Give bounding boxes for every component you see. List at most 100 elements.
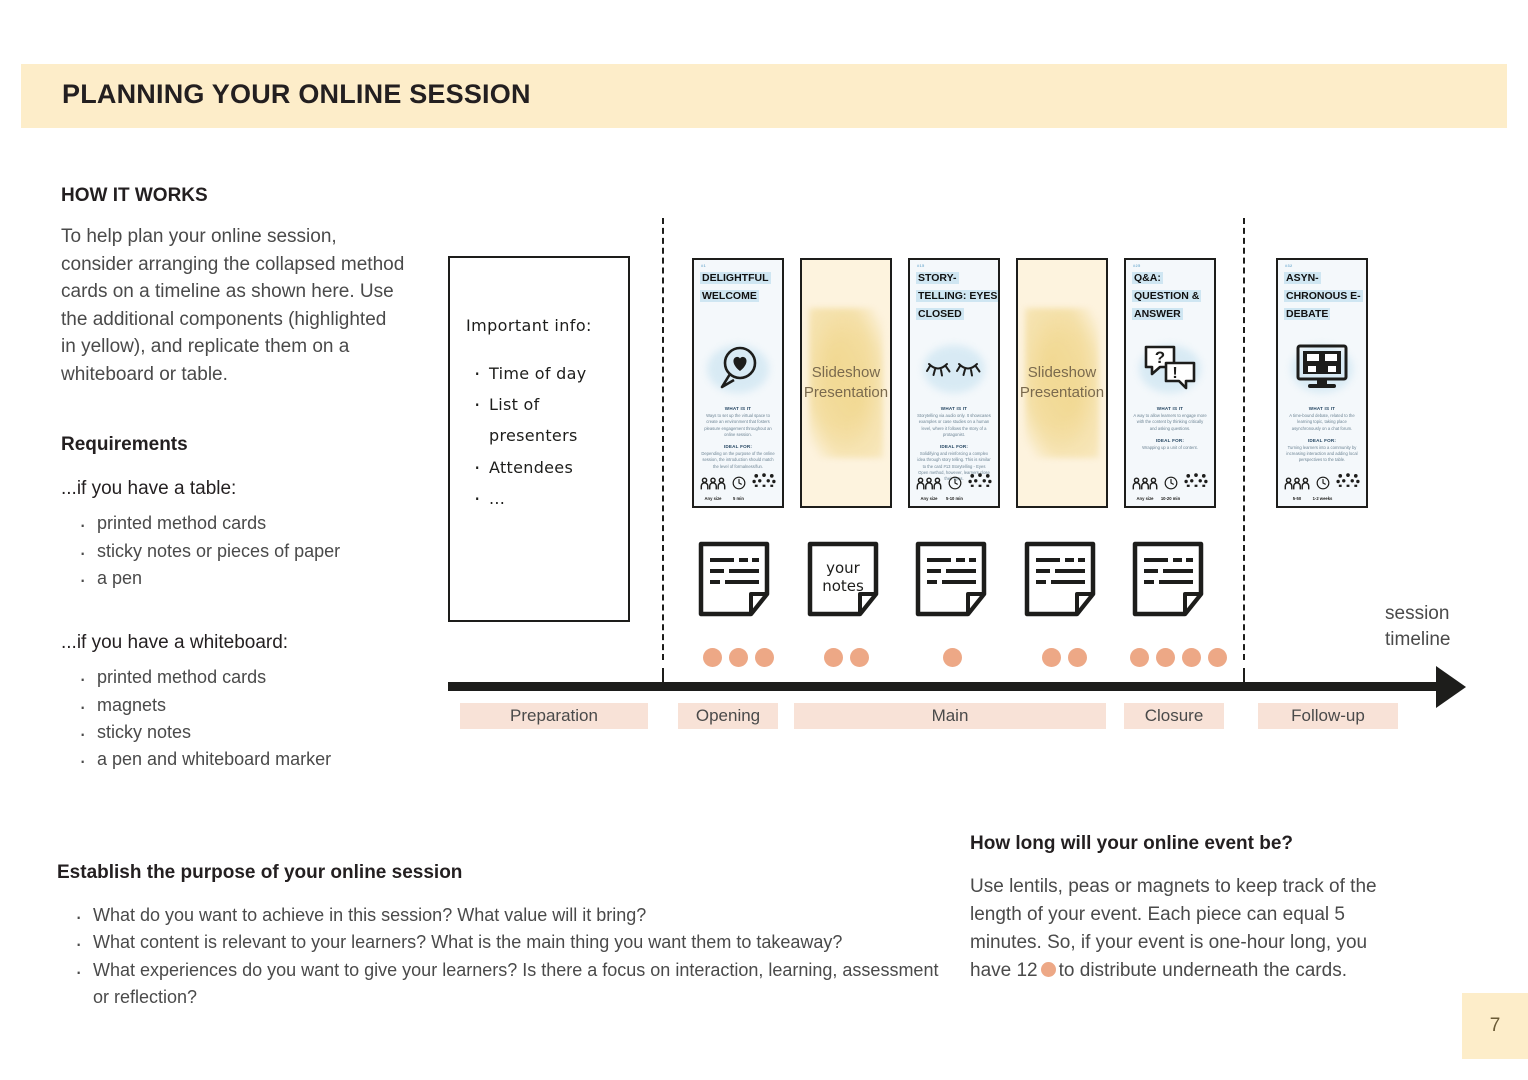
duration-heading: How long will your online event be? — [970, 833, 1294, 854]
card-what-label: WHAT IS IT — [1308, 406, 1336, 411]
list-item: Time of day — [472, 355, 622, 394]
group-size-icon: Any size — [1132, 477, 1158, 501]
card-duration-label: 1-2 weeks — [1312, 496, 1333, 501]
card-what-text: Ways to set up the virtual space to crea… — [704, 413, 772, 437]
card-title: Q&A: QUESTION & ANSWER — [1132, 272, 1202, 320]
duration-text-after: to distribute underneath the cards. — [1058, 960, 1347, 982]
lentil-dot-icon — [1042, 648, 1061, 667]
page-number: 7 — [1462, 993, 1528, 1059]
svg-text:!: ! — [1172, 365, 1177, 382]
card-ideal-text: Wrapping up a unit of content. — [1142, 444, 1198, 450]
card-title: ASYN-CHRONOUS E-DEBATE — [1284, 272, 1363, 320]
lentil-dot-icon — [1040, 962, 1056, 978]
slideshow-placeholder-card: Slideshow Presentation — [800, 258, 892, 508]
sticky-note — [1023, 540, 1097, 618]
timeline-phase-preparation: Preparation — [460, 703, 648, 729]
timeline-phase-follow-up: Follow-up — [1258, 703, 1398, 729]
timeline-tick — [1243, 668, 1245, 682]
list-item: a pen — [79, 563, 406, 597]
list-item: a pen and whiteboard marker — [79, 744, 406, 778]
important-info-list: Time of day List of presenters Attendees… — [472, 355, 622, 519]
sticky-note: your notes — [806, 540, 880, 618]
method-card: #15 STORY-TELLING: EYES CLOSED WHAT IS IT S… — [908, 258, 1000, 508]
card-body: WHAT IS IT A way to allow learners to eng… — [1133, 406, 1207, 457]
list-item: What content is relevant to your learner… — [75, 927, 957, 961]
card-title-wrap: DELIGHTFUL WELCOME — [694, 268, 782, 304]
card-size-label: 5-50 — [1292, 496, 1302, 501]
card-what-label: WHAT IS IT — [1156, 406, 1184, 411]
session-timeline-label: session timeline — [1385, 603, 1451, 650]
cluster-icon — [751, 473, 776, 501]
card-footer: Any size 5-10 min — [916, 473, 992, 501]
card-body: WHAT IS IT A time-bound debate, related t… — [1285, 406, 1359, 470]
card-title-wrap: ASYN-CHRONOUS E-DEBATE — [1278, 268, 1366, 322]
card-what-text: A time-bound debate, related to the lear… — [1289, 413, 1355, 431]
card-ideal-text: Turning learners into a community by inc… — [1286, 444, 1358, 463]
list-item: Attendees — [472, 449, 622, 488]
card-body: WHAT IS IT Ways to set up the virtual spa… — [701, 406, 775, 476]
purpose-heading: Establish the purpose of your online ses… — [57, 862, 463, 883]
important-info-card: Important info: Time of day List of pres… — [448, 256, 630, 622]
monitor-debate-icon — [1278, 338, 1366, 400]
card-footer: Any size 10-20 min — [1132, 473, 1208, 501]
clock-icon: 1-2 weeks — [1310, 476, 1335, 501]
list-item: sticky notes or pieces of paper — [79, 536, 406, 570]
closed-eyes-icon — [910, 338, 998, 400]
method-card: #1 DELIGHTFUL WELCOME WHAT IS IT Ways to se… — [692, 258, 784, 508]
method-card: #25 Q&A: QUESTION & ANSWER?! WHAT IS IT A w… — [1124, 258, 1216, 508]
card-size-label: Any size — [704, 496, 722, 501]
slideshow-placeholder-label: Slideshow Presentation — [803, 363, 889, 401]
requirements-whiteboard-heading: ...if you have a whiteboard: — [61, 632, 289, 654]
card-ideal-text: Depending on the purpose of the online s… — [701, 451, 775, 469]
clock-icon: 10-20 min — [1158, 476, 1183, 501]
card-size-label: Any size — [920, 496, 938, 501]
important-info-title: Important info: — [466, 316, 592, 335]
how-it-works-paragraph: To help plan your online session, consid… — [61, 226, 405, 385]
timeline-phase-main: Main — [794, 703, 1106, 729]
phase-divider-right — [1243, 218, 1245, 660]
lentil-dot-icon — [1068, 648, 1087, 667]
requirements-table-heading: ...if you have a table: — [61, 478, 237, 500]
timeline-arrowhead-icon — [1436, 666, 1466, 708]
card-footer: 5-50 1-2 weeks — [1284, 473, 1360, 501]
card-ideal-label: IDEAL FOR: — [939, 444, 969, 450]
slide-page: PLANNING YOUR ONLINE SESSION HOW IT WORK… — [0, 0, 1528, 1080]
card-ideal-label: IDEAL FOR: — [723, 444, 753, 450]
sticky-note-label: your notes — [822, 559, 864, 595]
lentil-dot-icon — [755, 648, 774, 667]
list-item: What experiences do you want to give you… — [75, 955, 957, 1012]
lentil-dot-icon — [1130, 648, 1149, 667]
lentil-dot-group — [824, 648, 869, 667]
list-item: What do you want to achieve in this sess… — [75, 900, 957, 934]
timeline-phase-closure: Closure — [1124, 703, 1224, 729]
group-size-icon: Any size — [916, 477, 942, 501]
lentil-dot-group — [1130, 648, 1227, 667]
timeline-tick — [662, 668, 664, 682]
clock-icon: 5 min — [726, 476, 751, 501]
how-it-works-heading: HOW IT WORKS — [61, 185, 208, 206]
card-ideal-label: IDEAL FOR: — [1155, 437, 1185, 443]
card-duration-label: 5-10 min — [946, 496, 963, 501]
lentil-dot-icon — [1208, 648, 1227, 667]
sticky-note — [914, 540, 988, 618]
svg-text:?: ? — [1155, 348, 1165, 367]
card-title-wrap: STORY-TELLING: EYES CLOSED — [910, 268, 998, 322]
list-item: sticky notes — [79, 717, 406, 751]
timeline-phase-opening: Opening — [678, 703, 778, 729]
cluster-icon — [1335, 473, 1360, 501]
group-size-icon: 5-50 — [1284, 477, 1310, 501]
card-duration-label: 5 min — [733, 496, 744, 501]
card-size-label: Any size — [1136, 496, 1154, 501]
list-item: ... — [472, 480, 622, 519]
lentil-dot-icon — [1156, 648, 1175, 667]
cluster-icon — [1183, 473, 1208, 501]
requirements-whiteboard-list: printed method cards magnets sticky note… — [61, 662, 406, 778]
sticky-note — [697, 540, 771, 618]
slideshow-placeholder-label: Slideshow Presentation — [1019, 363, 1105, 401]
lentil-dot-icon — [943, 648, 962, 667]
group-size-icon: Any size — [700, 477, 726, 501]
card-what-text: Storytelling via audio only. It showcase… — [917, 413, 991, 437]
purpose-list: What do you want to achieve in this sess… — [57, 900, 957, 1012]
lentil-dot-group — [943, 648, 962, 667]
card-title: DELIGHTFUL WELCOME — [700, 272, 771, 302]
